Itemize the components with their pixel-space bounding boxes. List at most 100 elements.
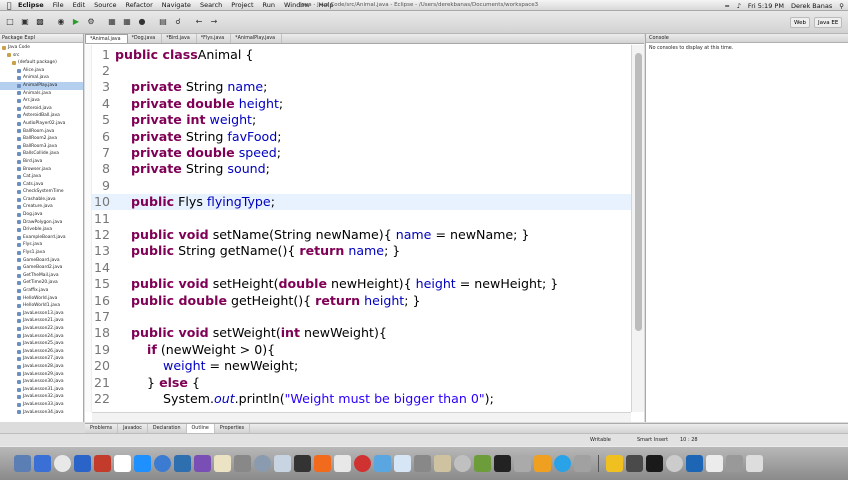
code-line[interactable]: 1 public class Animal {: [92, 46, 631, 62]
dock-app-icon[interactable]: [234, 455, 251, 472]
tree-item[interactable]: Alice.java: [0, 67, 83, 75]
code-line[interactable]: 4 private double height;: [92, 95, 631, 111]
editor-tab[interactable]: *Flys.java: [197, 34, 232, 43]
editor-tab[interactable]: *Dog.java: [128, 34, 163, 43]
dock-app-icon[interactable]: [114, 455, 131, 472]
dock-app-icon[interactable]: [174, 455, 191, 472]
dock-app-icon[interactable]: [374, 455, 391, 472]
tree-item[interactable]: JavaLesson28.java: [0, 363, 83, 371]
dock-app-icon[interactable]: [194, 455, 211, 472]
tree-item[interactable]: AnimalPlay.java: [0, 81, 83, 90]
tree-item[interactable]: Flys.java: [0, 241, 83, 249]
dock-app-icon[interactable]: [574, 455, 591, 472]
tree-item[interactable]: GameBoard2.java: [0, 264, 83, 272]
dock-app-icon[interactable]: [414, 455, 431, 472]
menu-search[interactable]: Search: [200, 1, 222, 9]
tree-item[interactable]: JavaLesson29.java: [0, 371, 83, 379]
dock-app-icon[interactable]: [394, 455, 411, 472]
bottom-tab[interactable]: Outline: [186, 424, 215, 433]
tree-item[interactable]: (default package): [0, 59, 83, 67]
tree-item[interactable]: BallRoom3.java: [0, 143, 83, 151]
tree-item[interactable]: JavaLesson34.java: [0, 409, 83, 417]
tree-item[interactable]: JavaLesson21.java: [0, 317, 83, 325]
run-icon[interactable]: ▶: [70, 16, 82, 28]
dock-app-icon[interactable]: [606, 455, 623, 472]
tree-item[interactable]: Cat.java: [0, 173, 83, 181]
tree-item[interactable]: JavaLesson22.java: [0, 325, 83, 333]
dock-app-icon[interactable]: [154, 455, 171, 472]
tree-item[interactable]: Animal.java: [0, 74, 83, 82]
console-tab[interactable]: Console: [646, 34, 848, 43]
scroll-thumb[interactable]: [635, 53, 642, 331]
menu-source[interactable]: Source: [94, 1, 116, 9]
tree-item[interactable]: Crashable.java: [0, 196, 83, 204]
tree-item[interactable]: BallRoom2.java: [0, 135, 83, 143]
dock-app-icon[interactable]: [626, 455, 643, 472]
search-icon[interactable]: ☌: [172, 16, 184, 28]
tree-item[interactable]: ExampleBoard.java: [0, 234, 83, 242]
apple-menu-icon[interactable]: : [0, 1, 18, 10]
tree-item[interactable]: Driveble.java: [0, 226, 83, 234]
tree-item[interactable]: Dog.java: [0, 211, 83, 219]
debug-icon[interactable]: ◉: [55, 16, 67, 28]
tree-item[interactable]: HelloWorld.java: [0, 295, 83, 303]
perspective-web[interactable]: Web: [790, 17, 810, 28]
dock-app-icon[interactable]: [94, 455, 111, 472]
dock-app-icon[interactable]: [534, 455, 551, 472]
code-line[interactable]: 2: [92, 62, 631, 78]
tree-item[interactable]: JavaLesson24.java: [0, 333, 83, 341]
code-area[interactable]: 1 public class Animal {2 3 private String n…: [92, 46, 631, 412]
code-line[interactable]: 19 if (newWeight > 0){: [92, 341, 631, 357]
code-line[interactable]: 17: [92, 308, 631, 324]
user-name[interactable]: Derek Banas: [791, 2, 832, 10]
tree-item[interactable]: BallsCollide.java: [0, 150, 83, 158]
tree-item[interactable]: Java Code: [0, 44, 83, 52]
code-line[interactable]: 10 public Flys flyingType;: [92, 193, 631, 210]
dock-app-icon[interactable]: [474, 455, 491, 472]
code-line[interactable]: 11: [92, 210, 631, 226]
tree-item[interactable]: Asteroid.java: [0, 105, 83, 113]
new-class-icon[interactable]: ●: [136, 16, 148, 28]
new-icon[interactable]: □: [4, 16, 16, 28]
menu-run[interactable]: Run: [263, 1, 275, 9]
dock-app-icon[interactable]: [646, 455, 663, 472]
tree-item[interactable]: Animals.java: [0, 90, 83, 98]
dock-app-icon[interactable]: [294, 455, 311, 472]
dock-app-icon[interactable]: [454, 455, 471, 472]
back-icon[interactable]: ←: [193, 16, 205, 28]
dock-app-icon[interactable]: [334, 455, 351, 472]
code-line[interactable]: 18 public void setWeight(int newWeight){: [92, 325, 631, 341]
editor-horizontal-scrollbar[interactable]: [92, 412, 631, 422]
tree-item[interactable]: GetTime20.java: [0, 279, 83, 287]
bottom-tab[interactable]: Problems: [85, 424, 119, 433]
bottom-tab[interactable]: Properties: [215, 424, 251, 433]
save-icon[interactable]: ▣: [19, 16, 31, 28]
code-line[interactable]: 5 private int weight;: [92, 112, 631, 128]
code-line[interactable]: 20 weight = newWeight;: [92, 357, 631, 373]
tree-item[interactable]: CheckSystemTime: [0, 188, 83, 196]
dock-app-icon[interactable]: [274, 455, 291, 472]
code-line[interactable]: 16 public double getHeight(){ return hei…: [92, 292, 631, 308]
wifi-icon[interactable]: ≈: [724, 2, 729, 10]
external-tools-icon[interactable]: ⚙: [85, 16, 97, 28]
code-line[interactable]: 21 } else {: [92, 374, 631, 390]
print-icon[interactable]: ▩: [34, 16, 46, 28]
dock-app-icon[interactable]: [354, 455, 371, 472]
code-line[interactable]: 8 private String sound;: [92, 161, 631, 177]
code-line[interactable]: 22 System. out .println("Weight must be bi…: [92, 390, 631, 406]
perspective-java-ee[interactable]: Java EE: [814, 17, 843, 28]
code-line[interactable]: 13 public String getName(){ return name;…: [92, 243, 631, 259]
spotlight-icon[interactable]: ⚲: [839, 2, 844, 10]
dock-app-icon[interactable]: [434, 455, 451, 472]
tree-item[interactable]: AudioPlayer02.java: [0, 120, 83, 128]
tree-item[interactable]: JavaLesson32.java: [0, 393, 83, 401]
menu-edit[interactable]: Edit: [73, 1, 86, 9]
tree-item[interactable]: JavaLesson25.java: [0, 340, 83, 348]
tree-item[interactable]: HelloWorld1.java: [0, 302, 83, 310]
dock-app-icon[interactable]: [214, 455, 231, 472]
code-line[interactable]: 15 public void setHeight(double newHeigh…: [92, 275, 631, 291]
code-line[interactable]: 7 private double speed;: [92, 144, 631, 160]
menu-refactor[interactable]: Refactor: [126, 1, 153, 9]
tree-item[interactable]: Browser.java: [0, 166, 83, 174]
dock-app-icon[interactable]: [726, 455, 743, 472]
